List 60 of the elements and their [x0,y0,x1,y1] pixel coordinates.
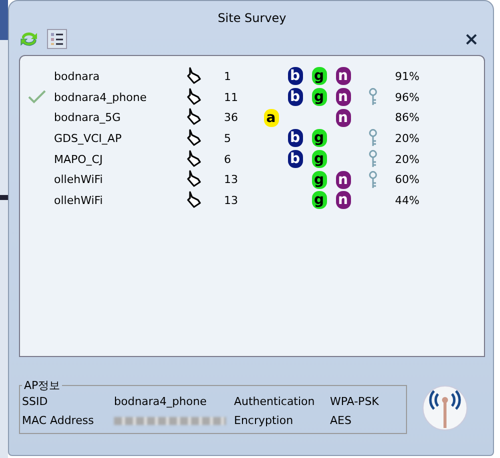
field-label: SSID [22,395,49,408]
band-badge: n [336,88,350,106]
ssid-text: MAPO_CJ [54,152,104,166]
band-badge: n [336,67,350,86]
signal-text: 60% [395,173,420,186]
channel-text: 36 [224,111,239,124]
field-label: Authentication [234,395,316,408]
channel-text: 13 [224,173,239,186]
ssid-text: ollehWiFi [54,173,104,186]
channel-text: 13 [224,194,239,207]
signal-hand-icon [186,107,202,126]
band-badge: b [288,129,302,148]
ssid-text: bodnara [54,70,101,83]
band-badge: n [336,191,350,210]
band-badge: g [312,67,326,86]
band-badge: b [288,67,302,86]
band-badge: g [312,88,326,106]
band-badge: g [312,150,326,168]
ssid-text: ollehWiFi [54,194,104,207]
key-icon [368,129,378,148]
channel-text: 1 [224,70,232,83]
band-badge: b [288,150,302,168]
signal-text: 20% [395,132,420,145]
signal-hand-icon [186,169,202,188]
signal-hand-icon [186,148,202,167]
window-title: Site Survey [218,11,286,25]
signal-hand-icon [186,86,202,105]
list-view-button[interactable] [47,29,67,49]
signal-hand-icon [186,128,202,146]
channel-text: 11 [224,90,239,104]
band-badge: n [336,108,350,127]
channel-text: 6 [224,152,232,166]
signal-text: 44% [395,194,420,207]
signal-text: 86% [395,111,420,124]
field-label: Encryption [234,414,294,427]
signal-text: 91% [395,70,420,83]
group-title: AP정보 [23,378,62,393]
key-icon [368,150,378,168]
signal-hand-icon [186,66,202,84]
band-badge: n [336,170,350,189]
band-badge: g [312,129,326,148]
signal-text: 20% [395,152,420,166]
signal-hand-icon [186,190,202,208]
band-badge: a [264,108,278,127]
key-icon [368,170,378,189]
band-badge: g [312,191,326,210]
field-label: MAC Address [22,414,95,427]
signal-text: 96% [395,90,420,104]
check-icon [28,90,46,104]
band-badge: g [312,170,326,189]
field-value: bodnara4_phone [114,395,208,408]
field-value: WPA-PSK [330,395,380,408]
channel-text: 5 [224,132,232,145]
band-badge: b [288,88,302,106]
ssid-text: bodnara_5G [54,111,122,124]
ssid-text: GDS_VCI_AP [54,132,123,145]
ssid-text: bodnara4_phone [54,90,148,104]
field-value: AES [330,414,352,427]
close-button[interactable]: × [458,28,485,50]
key-icon [368,88,378,106]
